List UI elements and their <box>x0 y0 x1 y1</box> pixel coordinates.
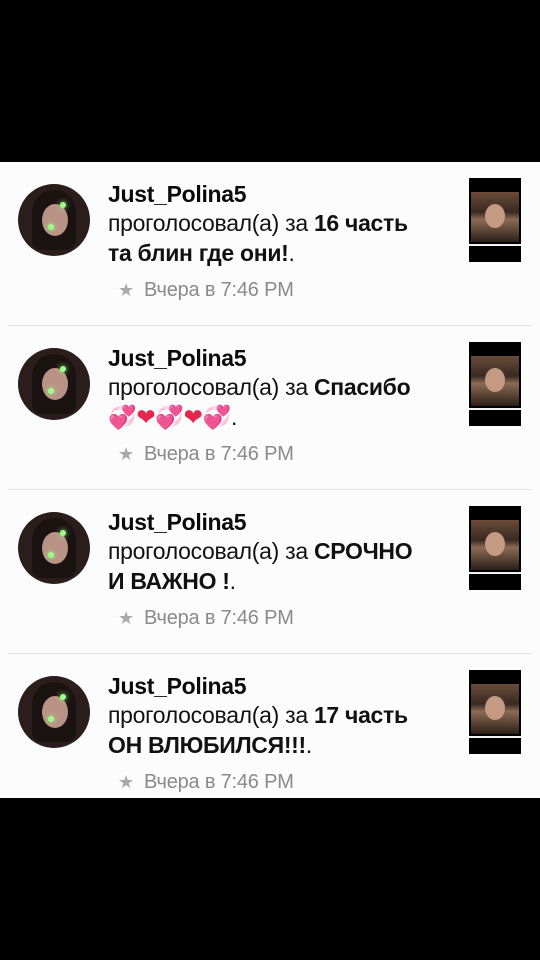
user-avatar[interactable] <box>18 676 90 748</box>
timestamp: Вчера в 7:46 PM <box>144 443 294 465</box>
story-title-continued[interactable]: та блин где они! <box>108 240 289 266</box>
notification-item[interactable]: Just_Polina5 проголосовал(а) за СРОЧНО И… <box>0 490 540 654</box>
suffix: . <box>230 404 238 430</box>
story-title[interactable]: 17 часть <box>314 702 408 728</box>
star-icon: ★ <box>118 444 134 464</box>
story-thumbnail[interactable] <box>469 342 521 426</box>
notification-message: проголосовал(а) за 17 часть ОН ВЛЮБИЛСЯ!… <box>108 700 454 760</box>
notification-message: проголосовал(а) за 16 часть та блин где … <box>108 208 454 268</box>
timestamp-row: ★ Вчера в 7:46 PM <box>118 770 294 794</box>
notification-item[interactable]: Just_Polina5 проголосовал(а) за 16 часть… <box>0 162 540 326</box>
story-thumbnail[interactable] <box>469 506 521 590</box>
suffix: . <box>305 732 312 758</box>
suffix: . <box>229 568 236 594</box>
username[interactable]: Just_Polina5 <box>108 344 454 372</box>
user-avatar[interactable] <box>18 348 90 420</box>
notification-item[interactable]: Just_Polina5 проголосовал(а) за 17 часть… <box>0 654 540 798</box>
story-thumbnail[interactable] <box>469 670 521 754</box>
timestamp: Вчера в 7:46 PM <box>144 279 294 301</box>
bottom-black-bar <box>0 798 540 960</box>
notification-text: Just_Polina5 проголосовал(а) за 17 часть… <box>108 672 454 760</box>
story-title[interactable]: СРОЧНО <box>314 538 413 564</box>
username[interactable]: Just_Polina5 <box>108 672 454 700</box>
username[interactable]: Just_Polina5 <box>108 180 454 208</box>
story-title-continued[interactable]: ОН ВЛЮБИЛСЯ!!! <box>108 732 306 758</box>
timestamp-row: ★ Вчера в 7:46 PM <box>118 278 294 302</box>
story-title-continued[interactable]: И ВАЖНО ! <box>108 568 230 594</box>
star-icon: ★ <box>118 608 134 628</box>
story-title-continued[interactable]: 💞❤💞❤💞 <box>108 405 231 431</box>
notification-feed: Just_Polina5 проголосовал(а) за 16 часть… <box>0 162 540 798</box>
star-icon: ★ <box>118 772 134 792</box>
action-text: проголосовал(а) за <box>108 210 314 236</box>
timestamp: Вчера в 7:46 PM <box>144 607 294 629</box>
user-avatar[interactable] <box>18 512 90 584</box>
action-text: проголосовал(а) за <box>108 374 314 400</box>
timestamp-row: ★ Вчера в 7:46 PM <box>118 606 294 630</box>
notification-message: проголосовал(а) за Спасибо 💞❤💞❤💞. <box>108 372 454 433</box>
action-text: проголосовал(а) за <box>108 702 314 728</box>
notification-text: Just_Polina5 проголосовал(а) за Спасибо … <box>108 344 454 433</box>
story-title[interactable]: Спасибо <box>314 374 411 400</box>
notification-text: Just_Polina5 проголосовал(а) за 16 часть… <box>108 180 454 268</box>
suffix: . <box>288 240 295 266</box>
username[interactable]: Just_Polina5 <box>108 508 454 536</box>
notification-message: проголосовал(а) за СРОЧНО И ВАЖНО !. <box>108 536 454 596</box>
timestamp: Вчера в 7:46 PM <box>144 771 294 793</box>
user-avatar[interactable] <box>18 184 90 256</box>
notification-text: Just_Polina5 проголосовал(а) за СРОЧНО И… <box>108 508 454 596</box>
star-icon: ★ <box>118 280 134 300</box>
top-black-bar <box>0 0 540 162</box>
notification-item[interactable]: Just_Polina5 проголосовал(а) за Спасибо … <box>0 326 540 490</box>
story-thumbnail[interactable] <box>469 178 521 262</box>
action-text: проголосовал(а) за <box>108 538 314 564</box>
timestamp-row: ★ Вчера в 7:46 PM <box>118 442 294 466</box>
story-title[interactable]: 16 часть <box>314 210 408 236</box>
